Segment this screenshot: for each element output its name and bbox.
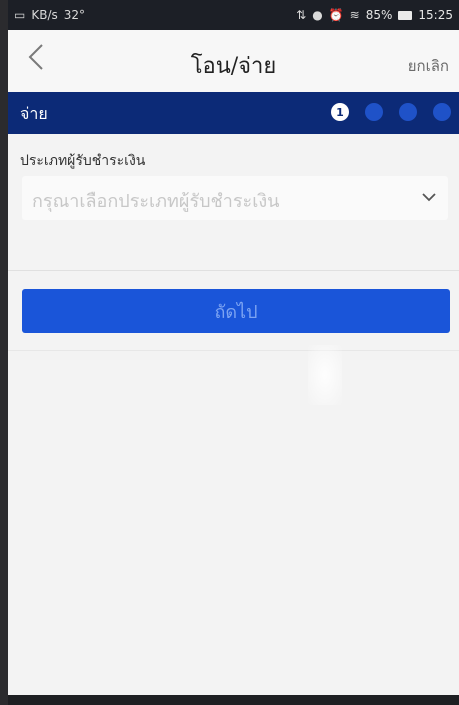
status-left: ▭ KB/s 32°	[14, 8, 85, 22]
network-speed: KB/s	[31, 8, 58, 22]
step-indicator-bar: จ่าย 1 2 3 4	[8, 92, 459, 134]
status-right: ⇅ ● ⏰ ≋ 85% 15:25	[296, 8, 453, 22]
bottom-bezel	[8, 695, 459, 705]
temperature: 32°	[63, 8, 86, 22]
sync-icon: ●	[312, 8, 323, 22]
payee-type-placeholder: กรุณาเลือกประเภทผู้รับชำระเงิน	[32, 191, 280, 212]
step-dot-4: 4	[433, 103, 451, 121]
divider	[8, 350, 459, 351]
step-label: จ่าย	[20, 104, 48, 123]
alarm-icon: ⏰	[328, 8, 344, 22]
divider	[8, 270, 459, 271]
screen-glare	[308, 345, 342, 405]
chevron-down-icon	[422, 193, 436, 202]
status-bar: ▭ KB/s 32° ⇅ ● ⏰ ≋ 85% 15:25	[8, 0, 459, 30]
phone-screen: ▭ KB/s 32° ⇅ ● ⏰ ≋ 85% 15:25 โอน/จ่าย ยก…	[8, 0, 459, 705]
payee-type-select[interactable]: กรุณาเลือกประเภทผู้รับชำระเงิน	[22, 176, 448, 220]
wifi-icon: ≋	[349, 8, 360, 22]
battery-percent: 85%	[365, 8, 393, 22]
nav-header: โอน/จ่าย ยกเลิก	[8, 30, 459, 93]
page-title: โอน/จ่าย	[190, 54, 277, 79]
step-dot-2: 2	[365, 103, 383, 121]
step-dots: 1 2 3 4	[331, 103, 451, 121]
step-dot-3: 3	[399, 103, 417, 121]
step-dot-1: 1	[331, 103, 349, 121]
cancel-button[interactable]: ยกเลิก	[408, 54, 449, 78]
signal-icon: ⇅	[296, 8, 307, 22]
clock: 15:25	[418, 8, 453, 22]
battery-icon	[398, 10, 413, 20]
next-button[interactable]: ถัดไป	[22, 289, 450, 333]
payee-type-label: ประเภทผู้รับชำระเงิน	[20, 153, 146, 169]
gallery-icon: ▭	[14, 8, 26, 22]
